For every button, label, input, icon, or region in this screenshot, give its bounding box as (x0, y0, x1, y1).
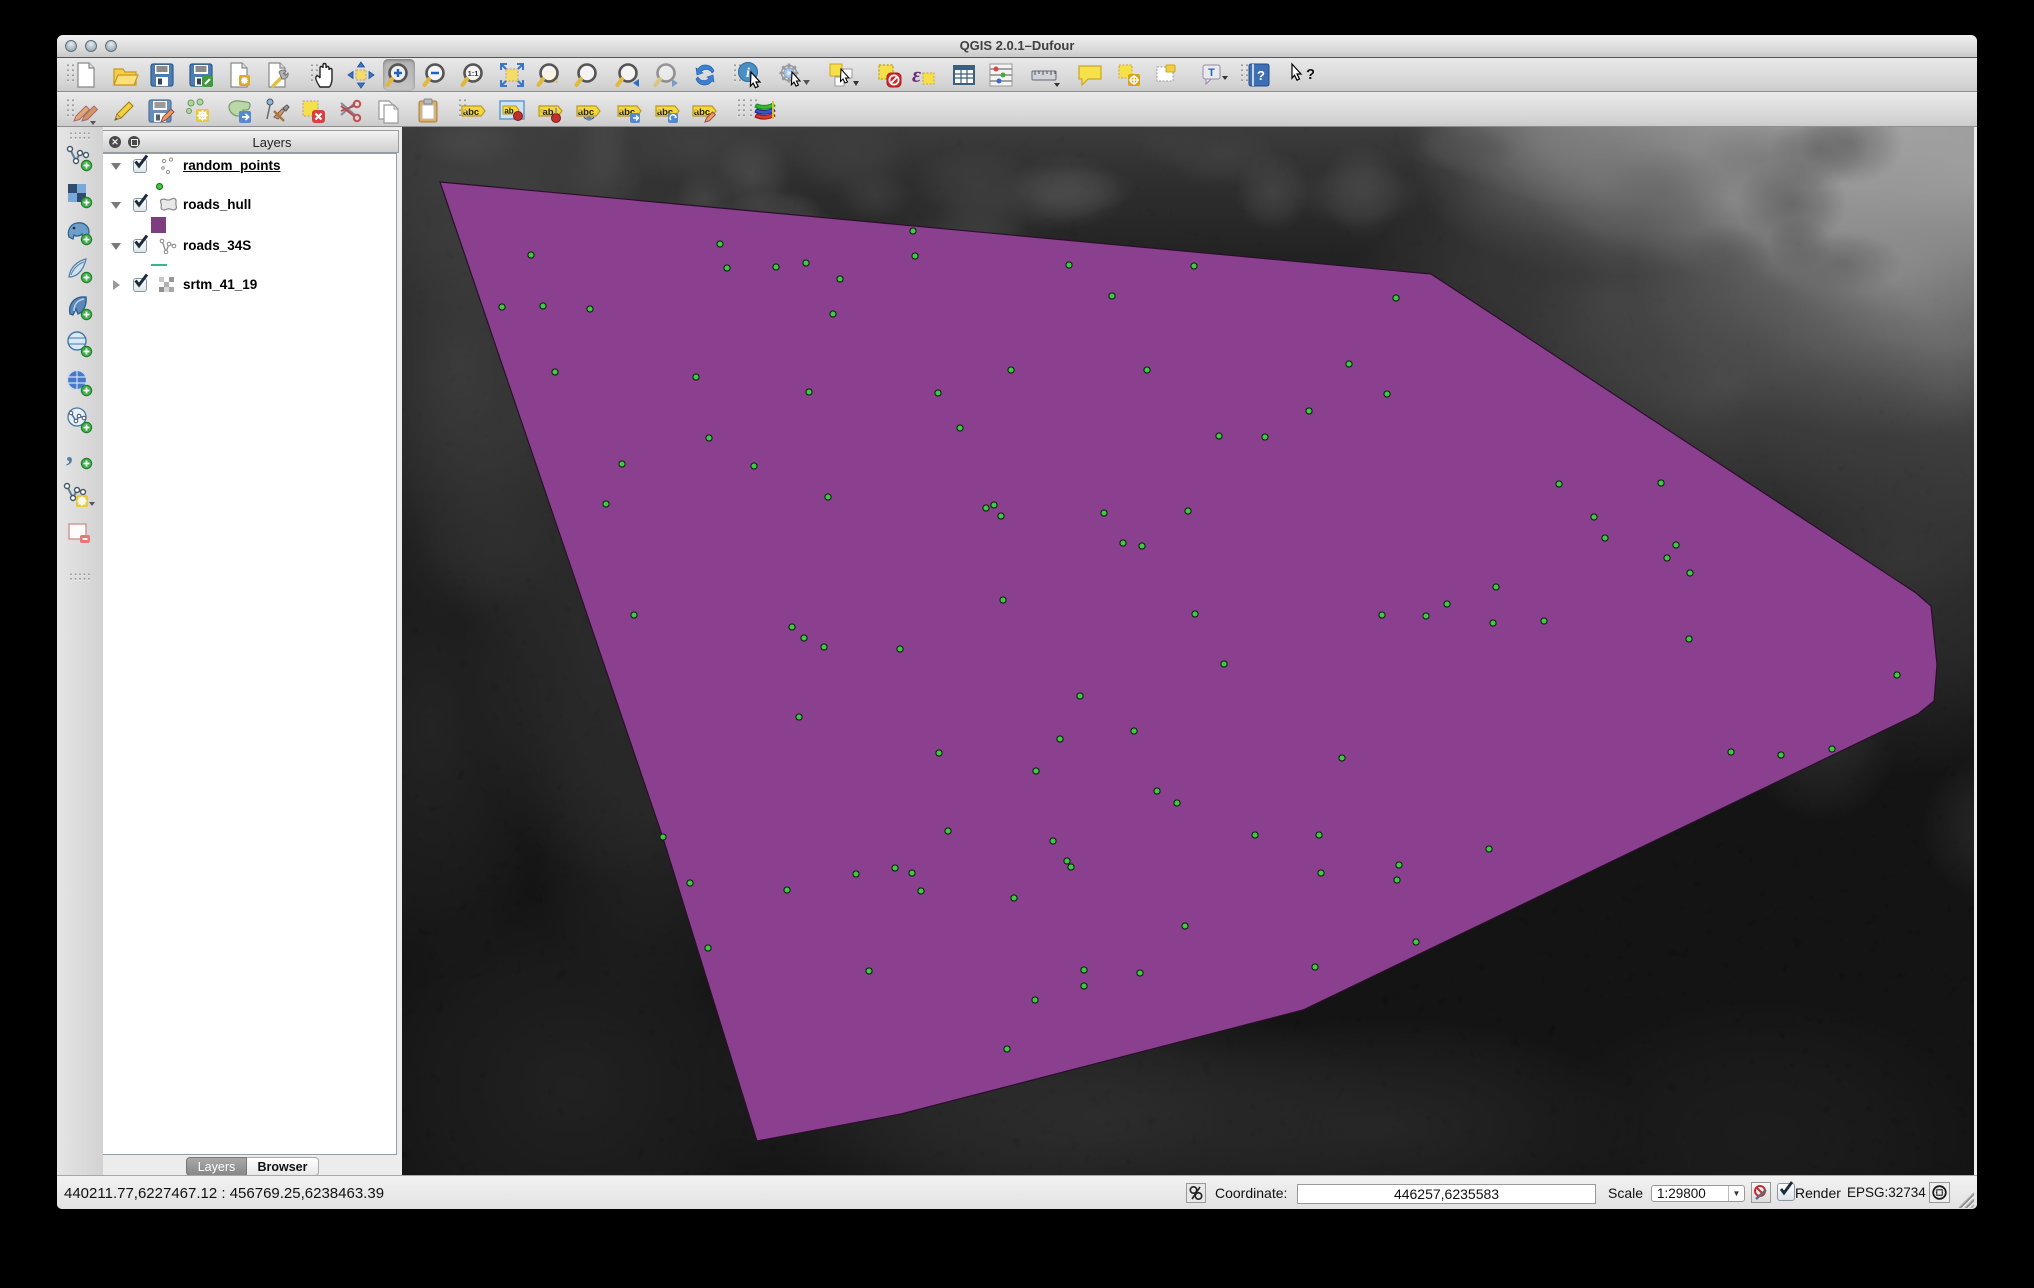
svg-text:ε: ε (912, 62, 921, 87)
svg-text:i: i (746, 66, 750, 81)
svg-text:?: ? (1306, 66, 1314, 83)
svg-text:?: ? (1257, 68, 1265, 83)
svg-text:ab: ab (504, 107, 513, 116)
svg-text:T: T (1208, 67, 1215, 79)
svg-text:,: , (66, 441, 73, 468)
svg-text:1:1: 1:1 (468, 69, 479, 78)
